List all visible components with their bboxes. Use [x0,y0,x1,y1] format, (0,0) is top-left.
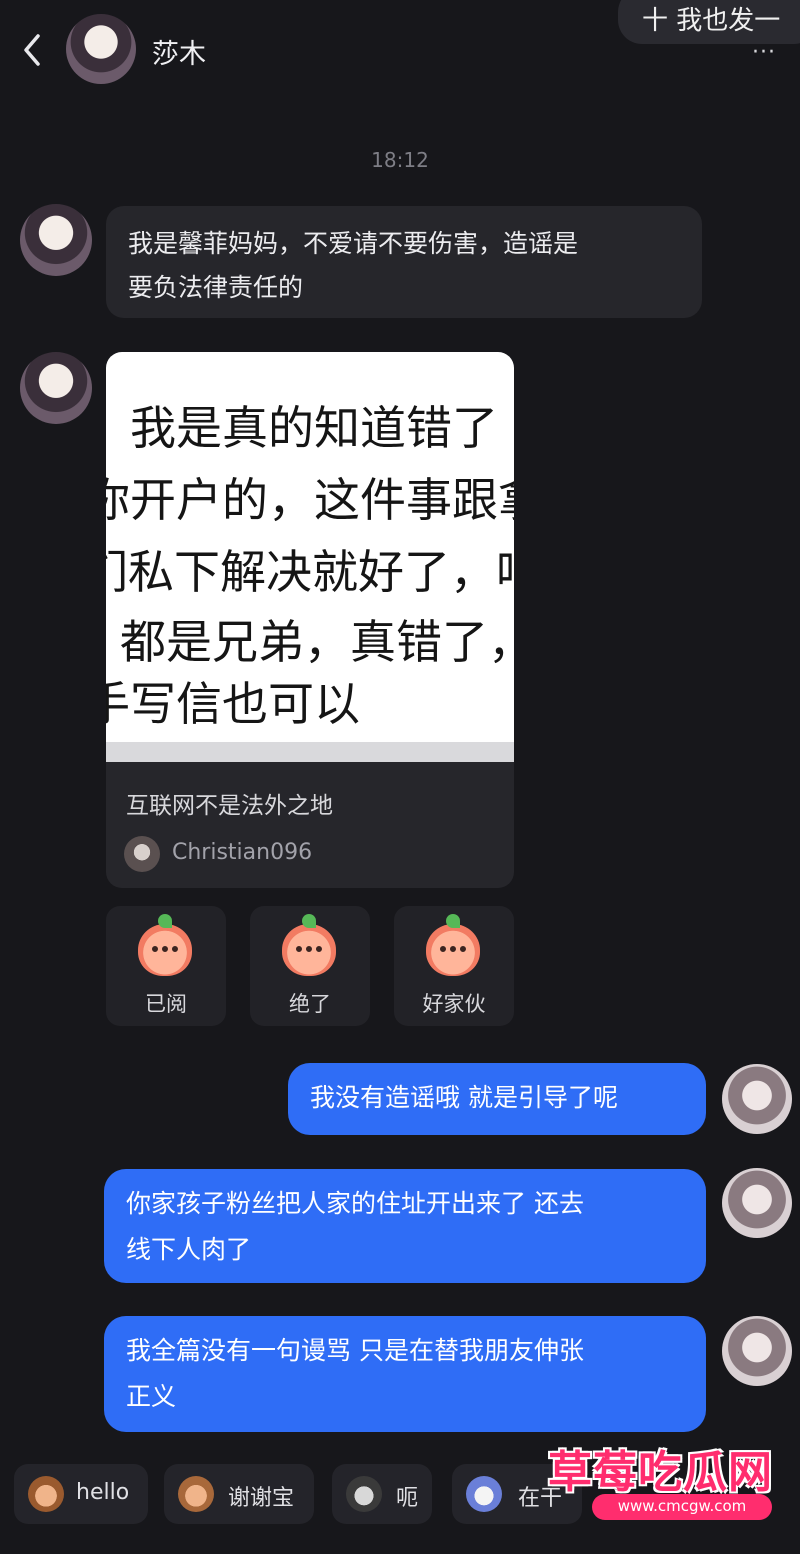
outgoing-message-line: 正义 [126,1382,177,1411]
quick-reply-hello[interactable]: hello [14,1464,148,1524]
quick-reply-label: 呃 [396,1486,419,1511]
card-thumbnail: 我是真的知道错了 你开户的，这件事跟拿 们私下解决就好了，咱 都是兄弟，真错了，… [106,352,514,762]
thumbnail-bottom-bar [106,742,514,762]
incoming-message-line: 我是馨菲妈妈，不爱请不要伤害，造谣是 [128,229,579,258]
outgoing-message-bubble[interactable]: 我全篇没有一句谩骂 只是在替我朋友伸张 正义 [104,1316,706,1432]
more-options-icon[interactable]: ··· [752,40,776,65]
sticker-icon [466,1476,502,1512]
incoming-message-line: 要负法律责任的 [128,273,304,302]
reaction-label: 绝了 [289,992,331,1016]
chevron-left-icon [24,34,40,66]
back-button[interactable] [18,30,48,70]
my-avatar[interactable] [722,1316,792,1386]
watermark: 草莓吃瓜网 www.cmcgw.com [548,1436,788,1536]
outgoing-message-bubble[interactable]: 你家孩子粉丝把人家的住址开出来了 还去 线下人肉了 [104,1169,706,1283]
thumbnail-text-line: 们私下解决就好了，咱 [106,545,514,599]
thumbnail-text-line: 你开户的，这件事跟拿 [106,473,514,527]
cat-sticker-icon [346,1476,382,1512]
peach-sticker-icon [138,914,192,976]
quick-reply-label: 谢谢宝 [228,1486,295,1511]
quick-reply-uh[interactable]: 呃 [332,1464,432,1524]
outgoing-message-line: 你家孩子粉丝把人家的住址开出来了 还去 [126,1189,584,1218]
peach-shock-sticker-icon [282,914,336,976]
shared-video-card[interactable]: 我是真的知道错了 你开户的，这件事跟拿 们私下解决就好了，咱 都是兄弟，真错了，… [106,352,514,888]
peach-wow-sticker-icon [426,914,480,976]
watermark-title: 草莓吃瓜网 [548,1447,773,1498]
reaction-awesome[interactable]: 绝了 [250,906,370,1026]
share-pill-button[interactable]: 十 我也发一 [618,0,800,44]
card-author-name: Christian096 [172,840,313,865]
monkey-sticker-icon [28,1476,64,1512]
reaction-label: 好家伙 [422,992,486,1016]
outgoing-message-line: 线下人肉了 [126,1235,252,1264]
reaction-wow[interactable]: 好家伙 [394,906,514,1026]
sender-avatar[interactable] [20,352,92,424]
message-timestamp: 18:12 [371,148,429,172]
my-avatar[interactable] [722,1064,792,1134]
outgoing-message-line: 我全篇没有一句谩骂 只是在替我朋友伸张 [126,1336,584,1365]
thumbnail-text-line: 我是真的知道错了 [130,401,498,455]
watermark-url: www.cmcgw.com [592,1494,772,1520]
thumbnail-text-line: 手写信也可以 [106,677,360,731]
thumbnail-text-line: 都是兄弟，真错了， [120,615,514,669]
my-avatar[interactable] [722,1168,792,1238]
quick-reply-thanks[interactable]: 谢谢宝 [164,1464,314,1524]
card-title: 互联网不是法外之地 [126,793,333,819]
card-author-avatar [124,836,160,872]
monkey-thanks-sticker-icon [178,1476,214,1512]
reaction-label: 已阅 [145,992,187,1016]
incoming-message-bubble[interactable]: 我是馨菲妈妈，不爱请不要伤害，造谣是 要负法律责任的 [106,206,702,318]
contact-name: 莎木 [152,39,206,70]
outgoing-message-bubble[interactable]: 我没有造谣哦 就是引导了呢 [288,1063,706,1135]
outgoing-message-line: 我没有造谣哦 就是引导了呢 [310,1083,618,1112]
sender-avatar[interactable] [20,204,92,276]
quick-reply-label: hello [76,1480,130,1505]
contact-avatar[interactable] [66,14,136,84]
reaction-read[interactable]: 已阅 [106,906,226,1026]
